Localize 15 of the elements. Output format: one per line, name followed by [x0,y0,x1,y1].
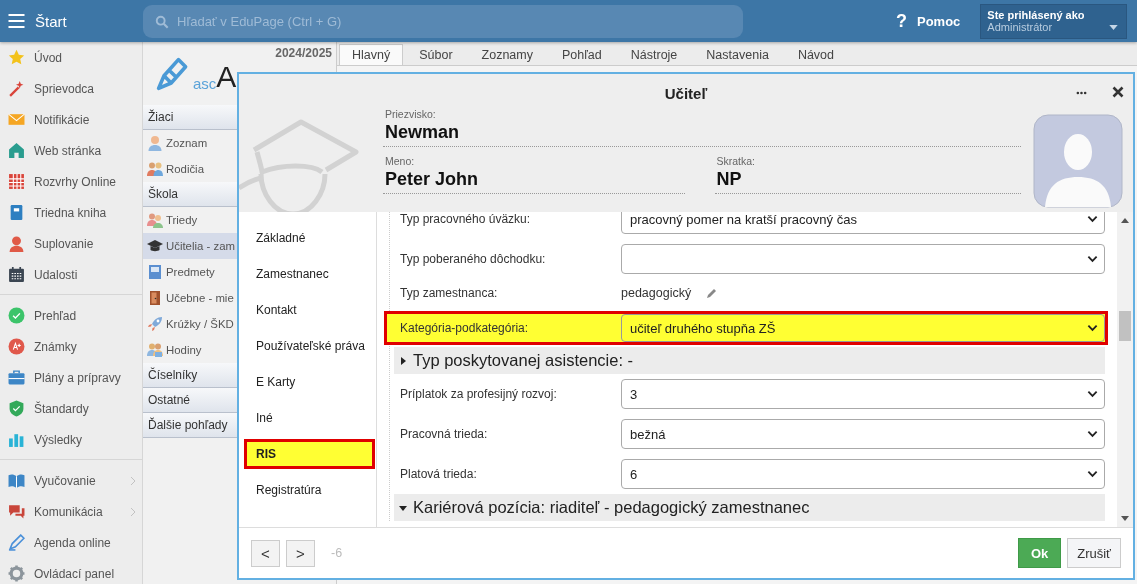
field-value: pedagogický [621,286,692,300]
school-year: 2024/2025 [275,46,332,60]
field-label: Platová trieda: [400,467,478,481]
logo: ascA [155,56,237,92]
field-label: Typ zamestnanca: [400,286,499,300]
field-label: Príplatok za profesijný rozvoj: [400,387,558,401]
field-label: Kategória-podkategória: [400,321,530,335]
field-label: Meno: [385,155,416,167]
dialog-title: Učiteľ [664,84,708,102]
field-label: Typ poberaného dôchodku: [400,252,547,266]
field-label: Priezvisko: [385,108,437,120]
field-label: Pracovná trieda: [400,427,489,441]
record-counter: -6 [331,546,343,560]
field-label: Typ pracovného úväzku: [400,212,532,226]
field-label: Skratka: [716,155,756,167]
